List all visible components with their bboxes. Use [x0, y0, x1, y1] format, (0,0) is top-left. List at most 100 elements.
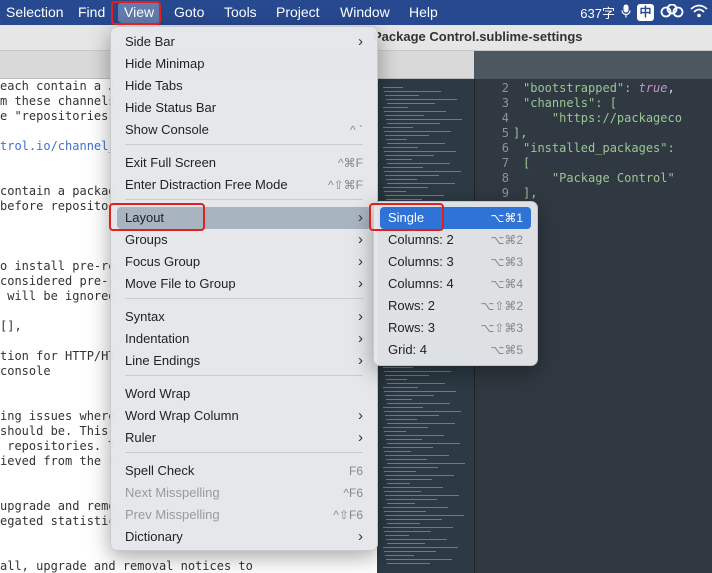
minimap-line: [385, 195, 444, 196]
chevron-right-icon: ›: [358, 352, 363, 369]
left-code-line: ieved from the r: [0, 454, 116, 468]
line-number: 2: [501, 81, 509, 95]
left-code-line: repositories. T: [0, 439, 116, 453]
menu-item-word-wrap[interactable]: Word Wrap: [117, 383, 371, 405]
minimap-line: [384, 111, 446, 112]
minimap-line: [384, 511, 426, 512]
menu-item-label: Columns: 2: [388, 232, 454, 247]
line-number: 8: [501, 171, 509, 185]
left-code-line: considered pre-r: [0, 274, 116, 288]
minimap-line: [383, 107, 408, 108]
menu-item-label: Spell Check: [125, 463, 195, 478]
code-token: "channels": [: [523, 96, 617, 110]
right-code-line: ],: [513, 126, 527, 140]
menu-item-shortcut: ⌥⇧⌘3: [480, 321, 523, 335]
minimap-line: [384, 151, 456, 152]
code-token: "bootstrapped":: [523, 81, 639, 95]
minimap-line: [385, 415, 439, 416]
menu-item-show-console[interactable]: Show Console ^ `: [117, 119, 371, 141]
menu-item-label: Dictionary: [125, 529, 183, 544]
menu-help[interactable]: Help: [403, 0, 444, 25]
menu-item-hide-minimap[interactable]: Hide Minimap: [117, 53, 371, 75]
menu-project[interactable]: Project: [270, 0, 326, 25]
wifi-icon[interactable]: [690, 4, 708, 21]
minimap-line: [384, 471, 416, 472]
minimap-line: [383, 487, 443, 488]
minimap-line: [386, 399, 412, 400]
menu-item-syntax[interactable]: Syntax ›: [117, 306, 371, 328]
layout-option-columns-4[interactable]: Columns: 4 ⌥⌘4: [380, 273, 531, 295]
layout-option-columns-2[interactable]: Columns: 2 ⌥⌘2: [380, 229, 531, 251]
menu-find[interactable]: Find: [72, 0, 111, 25]
menu-item-label: Columns: 3: [388, 254, 454, 269]
minimap-line: [386, 179, 417, 180]
menu-item-word-wrap-column[interactable]: Word Wrap Column ›: [117, 405, 371, 427]
minimap-line: [387, 403, 450, 404]
menu-item-shortcut: ⌥⌘4: [490, 277, 523, 291]
minimap-line: [386, 139, 407, 140]
minimap-line: [384, 91, 441, 92]
minimap-line: [387, 423, 455, 424]
minimap-line: [387, 503, 415, 504]
chevron-right-icon: ›: [358, 33, 363, 50]
menu-item-spell-check[interactable]: Spell Check F6: [117, 460, 371, 482]
right-code-line: ],: [523, 186, 537, 200]
line-number: 3: [501, 96, 509, 110]
layout-option-columns-3[interactable]: Columns: 3 ⌥⌘3: [380, 251, 531, 273]
menu-item-hide-tabs[interactable]: Hide Tabs: [117, 75, 371, 97]
minimap-line: [385, 115, 424, 116]
menu-item-exit-full-screen[interactable]: Exit Full Screen ^⌘F: [117, 152, 371, 174]
menu-item-focus-group[interactable]: Focus Group ›: [117, 251, 371, 273]
minimap-line: [386, 459, 427, 460]
minimap-line: [387, 103, 435, 104]
menu-item-move-file-to-group[interactable]: Move File to Group ›: [117, 273, 371, 295]
minimap-line: [383, 467, 438, 468]
menu-window[interactable]: Window: [334, 0, 396, 25]
menu-item-label: Indentation: [125, 331, 190, 346]
minimap-line: [383, 447, 433, 448]
left-code-line: all, upgrade and removal notices to: [0, 559, 253, 573]
menu-item-label: Prev Misspelling: [125, 507, 220, 522]
menu-item-dictionary[interactable]: Dictionary ›: [117, 526, 371, 548]
menu-item-indentation[interactable]: Indentation ›: [117, 328, 371, 350]
code-token: "https://packageco: [523, 111, 682, 125]
menu-goto[interactable]: Goto: [168, 0, 210, 25]
menu-item-side-bar[interactable]: Side Bar ›: [117, 31, 371, 53]
input-method-icon[interactable]: 中: [637, 4, 654, 21]
minimap-line: [385, 495, 459, 496]
code-token: true: [638, 81, 668, 95]
menu-selection[interactable]: Selection: [0, 0, 70, 25]
minimap-line: [383, 407, 423, 408]
layout-option-rows-3[interactable]: Rows: 3 ⌥⇧⌘3: [380, 317, 531, 339]
menu-item-shortcut: ⌥⌘3: [490, 255, 523, 269]
menu-item-groups[interactable]: Groups ›: [117, 229, 371, 251]
tab-active-right[interactable]: [474, 51, 712, 79]
menu-item-ruler[interactable]: Ruler ›: [117, 427, 371, 449]
layout-option-grid-4[interactable]: Grid: 4 ⌥⌘5: [380, 339, 531, 361]
menu-item-label: Exit Full Screen: [125, 155, 217, 170]
minimap-line: [386, 559, 452, 560]
minimap-line: [387, 383, 445, 384]
menu-tools[interactable]: Tools: [218, 0, 263, 25]
menu-separator: [125, 199, 363, 200]
minimap-line: [386, 479, 432, 480]
layout-option-rows-2[interactable]: Rows: 2 ⌥⇧⌘2: [380, 295, 531, 317]
minimap-line: [383, 87, 403, 88]
menu-item-label: Word Wrap Column: [125, 408, 239, 423]
minimap-line: [383, 527, 453, 528]
menu-item-shortcut: ⌥⌘1: [490, 211, 523, 225]
microphone-icon[interactable]: [621, 4, 631, 21]
menu-item-hide-status-bar[interactable]: Hide Status Bar: [117, 97, 371, 119]
minimap-line: [384, 491, 421, 492]
chevron-right-icon: ›: [358, 308, 363, 325]
line-number: 7: [501, 156, 509, 170]
input-count-label: 637字: [580, 6, 615, 21]
menu-item-enter-distraction-free-mode[interactable]: Enter Distraction Free Mode ^⇧⌘F: [117, 174, 371, 196]
left-code-line: contain a packag: [0, 184, 116, 198]
menu-item-label: Rows: 2: [388, 298, 435, 313]
minimap-line: [385, 375, 429, 376]
minimap-line: [387, 483, 410, 484]
menu-item-label: Hide Minimap: [125, 56, 205, 71]
menu-item-line-endings[interactable]: Line Endings ›: [117, 350, 371, 372]
cloud-app-icon[interactable]: [660, 3, 684, 21]
